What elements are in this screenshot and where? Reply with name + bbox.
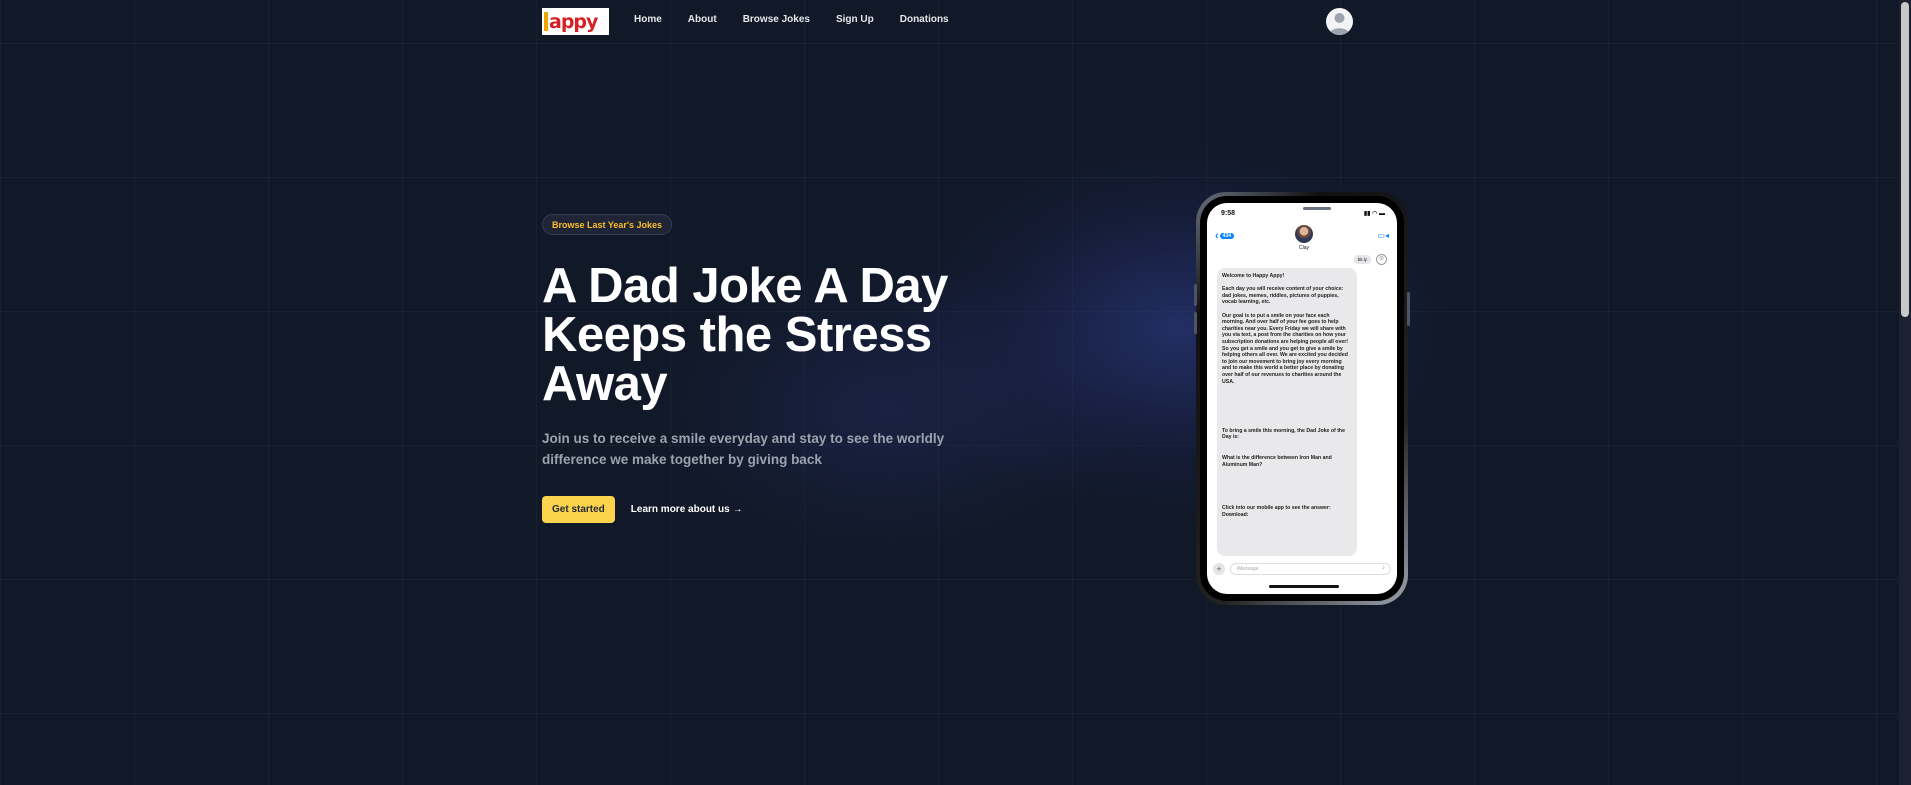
message-paragraph: Click into our mobile app to see the ans…	[1222, 505, 1331, 518]
scrollbar-thumb[interactable]	[1901, 2, 1909, 317]
logo[interactable]: appy	[542, 8, 609, 35]
message-bubble: Welcome to Happy Appy! Each day you will…	[1217, 268, 1357, 556]
message-paragraph: Welcome to Happy Appy!	[1222, 273, 1285, 279]
message-input: iMessage ♪	[1230, 563, 1391, 575]
messages-back-button: ‹ 434	[1215, 230, 1235, 242]
unread-badge: 434	[1219, 233, 1235, 239]
phone-volume-button	[1194, 312, 1197, 334]
message-paragraph: What is the difference between Iron Man …	[1222, 455, 1332, 469]
phone-screen: 9:58 ▮▮ ◠ ▬ ‹ 434 Clay ▭◂ bit.ly ⊘ Welco…	[1207, 203, 1397, 594]
link-bubble: bit.ly	[1353, 255, 1371, 264]
nav-link-home[interactable]: Home	[634, 14, 662, 25]
nav-link-about[interactable]: About	[688, 14, 717, 25]
hero-subtext: Join us to receive a smile everyday and …	[542, 431, 945, 467]
plus-icon: +	[1213, 563, 1225, 575]
message-paragraph: To bring a smile this morning, the Dad J…	[1222, 427, 1345, 441]
learn-more-link[interactable]: Learn more about us →	[631, 504, 743, 515]
phone-mockup: 9:58 ▮▮ ◠ ▬ ‹ 434 Clay ▭◂ bit.ly ⊘ Welco…	[1194, 192, 1410, 605]
browse-last-year-pill[interactable]: Browse Last Year's Jokes	[542, 214, 673, 235]
microphone-icon: ♪	[1382, 565, 1385, 571]
user-avatar[interactable]	[1326, 8, 1353, 35]
logo-h-mark	[544, 12, 548, 31]
user-icon	[1329, 13, 1350, 35]
nav-link-browse-jokes[interactable]: Browse Jokes	[743, 14, 810, 25]
message-placeholder: iMessage	[1237, 566, 1259, 572]
contact-name: Clay	[1298, 245, 1309, 251]
get-started-button[interactable]: Get started	[542, 496, 615, 523]
nav-link-donations[interactable]: Donations	[900, 14, 949, 25]
top-navigation: appy Home About Browse Jokes Sign Up Don…	[0, 0, 1899, 43]
chevron-left-icon: ‹	[1215, 230, 1219, 242]
contact-avatar	[1295, 225, 1313, 243]
hero-headline: A Dad Joke A Day Keeps the Stress Away	[542, 259, 948, 411]
message-paragraph: Each day you will receive content of you…	[1222, 286, 1344, 306]
video-call-icon: ▭◂	[1377, 231, 1389, 240]
cta-row: Get started Learn more about us →	[542, 496, 742, 523]
status-icons: ▮▮ ◠ ▬	[1363, 211, 1385, 217]
logo-text: appy	[549, 10, 598, 33]
phone-volume-button	[1194, 284, 1197, 306]
phone-power-button	[1407, 292, 1410, 326]
phone-bezel: 9:58 ▮▮ ◠ ▬ ‹ 434 Clay ▭◂ bit.ly ⊘ Welco…	[1200, 196, 1404, 601]
phone-speaker	[1303, 207, 1331, 210]
message-paragraph: Our goal is to put a smile on your face …	[1222, 312, 1348, 385]
compass-icon: ⊘	[1376, 254, 1387, 265]
compose-bar: + iMessage ♪	[1213, 562, 1391, 576]
nav-links: Home About Browse Jokes Sign Up Donation…	[634, 14, 975, 25]
nav-link-sign-up[interactable]: Sign Up	[836, 14, 874, 25]
status-time: 9:58	[1221, 210, 1236, 217]
page-scrollbar[interactable]	[1899, 0, 1911, 785]
home-indicator	[1269, 585, 1339, 588]
